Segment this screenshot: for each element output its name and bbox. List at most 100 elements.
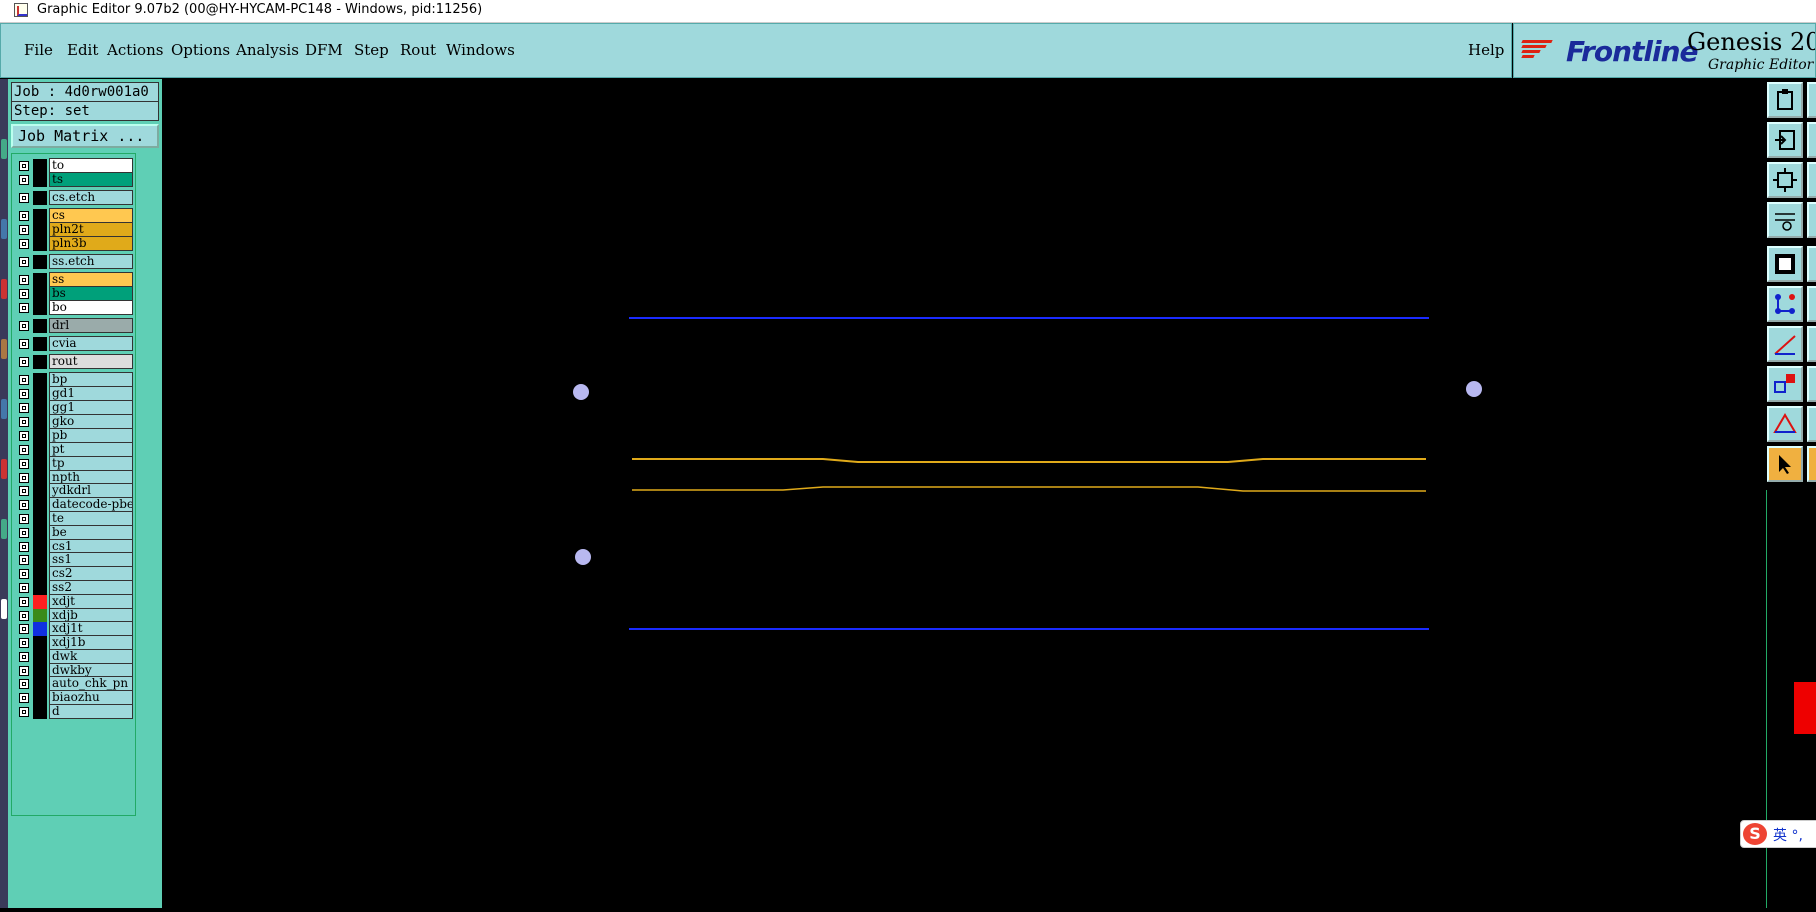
menu-options[interactable]: Options: [171, 41, 230, 59]
layer-color-swatch[interactable]: [33, 650, 47, 664]
layer-row[interactable]: biaozhu: [13, 690, 135, 705]
tool-measure-alt[interactable]: [1807, 326, 1816, 362]
layer-row[interactable]: ts: [13, 172, 135, 187]
tool-display-settings[interactable]: [1767, 202, 1803, 238]
layer-color-swatch[interactable]: [33, 567, 47, 581]
layer-row[interactable]: cs.etch: [13, 190, 135, 205]
layer-name[interactable]: cs: [49, 208, 133, 223]
layer-name[interactable]: xdj1b: [49, 635, 133, 650]
layer-name[interactable]: cs2: [49, 566, 133, 581]
layer-color-swatch[interactable]: [33, 498, 47, 512]
layer-name[interactable]: auto_chk_pn: [49, 676, 133, 691]
layer-row[interactable]: ss.etch: [13, 254, 135, 269]
layer-name[interactable]: ss1: [49, 552, 133, 567]
layer-row[interactable]: cs: [13, 208, 135, 223]
menu-windows[interactable]: Windows: [446, 41, 515, 59]
layer-name[interactable]: bs: [49, 286, 133, 301]
layer-name[interactable]: ydkdrl: [49, 483, 133, 498]
layer-checkbox[interactable]: [19, 500, 29, 510]
layer-checkbox[interactable]: [19, 638, 29, 648]
menu-step[interactable]: Step: [354, 41, 389, 59]
layer-color-swatch[interactable]: [33, 273, 47, 287]
layer-row[interactable]: ydkdrl: [13, 483, 135, 498]
layer-color-swatch[interactable]: [33, 173, 47, 187]
layer-row[interactable]: gg1: [13, 400, 135, 415]
layer-name[interactable]: cvia: [49, 336, 133, 351]
layer-checkbox[interactable]: [19, 375, 29, 385]
layer-color-swatch[interactable]: [33, 429, 47, 443]
layer-color-swatch[interactable]: [33, 484, 47, 498]
layer-row[interactable]: ss2: [13, 580, 135, 595]
tool-open-alt[interactable]: [1807, 82, 1816, 118]
layer-row[interactable]: te: [13, 511, 135, 526]
layer-color-swatch[interactable]: [33, 237, 47, 251]
layer-name[interactable]: be: [49, 525, 133, 540]
red-indicator-tab[interactable]: [1794, 682, 1816, 734]
layer-color-swatch[interactable]: [33, 223, 47, 237]
menu-dfm[interactable]: DFM: [305, 41, 343, 59]
layer-name[interactable]: ss.etch: [49, 254, 133, 269]
layer-row[interactable]: gd1: [13, 386, 135, 401]
layer-checkbox[interactable]: [19, 431, 29, 441]
layer-color-swatch[interactable]: [33, 553, 47, 567]
menu-edit[interactable]: Edit: [67, 41, 98, 59]
tool-measure[interactable]: [1767, 326, 1803, 362]
layer-color-swatch[interactable]: [33, 255, 47, 269]
layer-name[interactable]: biaozhu: [49, 690, 133, 705]
layer-color-swatch[interactable]: [33, 301, 47, 315]
tool-snap[interactable]: [1767, 366, 1803, 402]
layer-name[interactable]: gg1: [49, 400, 133, 415]
layer-name[interactable]: ss: [49, 272, 133, 287]
layer-color-swatch[interactable]: [33, 287, 47, 301]
layer-color-swatch[interactable]: [33, 337, 47, 351]
layer-color-swatch[interactable]: [33, 622, 47, 636]
layer-color-swatch[interactable]: [33, 401, 47, 415]
layer-checkbox[interactable]: [19, 611, 29, 621]
tool-close-alt[interactable]: [1807, 122, 1816, 158]
layer-name[interactable]: pln2t: [49, 222, 133, 237]
layer-row[interactable]: datecode-pbe: [13, 497, 135, 512]
layer-checkbox[interactable]: [19, 652, 29, 662]
layer-checkbox[interactable]: [19, 514, 29, 524]
layer-checkbox[interactable]: [19, 289, 29, 299]
layer-row[interactable]: xdj1b: [13, 635, 135, 650]
layer-color-swatch[interactable]: [33, 209, 47, 223]
layer-checkbox[interactable]: [19, 239, 29, 249]
tool-zoom-fit-alt[interactable]: [1807, 162, 1816, 198]
layer-name[interactable]: cs.etch: [49, 190, 133, 205]
layer-row[interactable]: cs2: [13, 566, 135, 581]
layer-row[interactable]: dwk: [13, 649, 135, 664]
layer-checkbox[interactable]: [19, 569, 29, 579]
menu-file[interactable]: File: [24, 41, 53, 59]
layer-checkbox[interactable]: [19, 679, 29, 689]
layer-checkbox[interactable]: [19, 225, 29, 235]
layer-checkbox[interactable]: [19, 303, 29, 313]
layer-row[interactable]: cvia: [13, 336, 135, 351]
layer-name[interactable]: bp: [49, 372, 133, 387]
layer-color-swatch[interactable]: [33, 443, 47, 457]
layer-row[interactable]: to: [13, 158, 135, 173]
layer-name[interactable]: xdjt: [49, 594, 133, 609]
layer-name[interactable]: ss2: [49, 580, 133, 595]
layer-color-swatch[interactable]: [33, 191, 47, 205]
layer-row[interactable]: auto_chk_pn: [13, 676, 135, 691]
layer-checkbox[interactable]: [19, 357, 29, 367]
layer-checkbox[interactable]: [19, 707, 29, 717]
layer-color-swatch[interactable]: [33, 677, 47, 691]
layer-name[interactable]: rout: [49, 354, 133, 369]
layer-name[interactable]: bo: [49, 300, 133, 315]
layer-row[interactable]: bo: [13, 300, 135, 315]
layer-checkbox[interactable]: [19, 555, 29, 565]
layer-name[interactable]: pb: [49, 428, 133, 443]
layer-checkbox[interactable]: [19, 445, 29, 455]
layer-checkbox[interactable]: [19, 583, 29, 593]
layer-row[interactable]: gko: [13, 414, 135, 429]
layer-name[interactable]: te: [49, 511, 133, 526]
layer-row[interactable]: pln2t: [13, 222, 135, 237]
layer-checkbox[interactable]: [19, 275, 29, 285]
layer-checkbox[interactable]: [19, 211, 29, 221]
layer-checkbox[interactable]: [19, 486, 29, 496]
layer-color-swatch[interactable]: [33, 415, 47, 429]
layer-color-swatch[interactable]: [33, 319, 47, 333]
layer-name[interactable]: drl: [49, 318, 133, 333]
